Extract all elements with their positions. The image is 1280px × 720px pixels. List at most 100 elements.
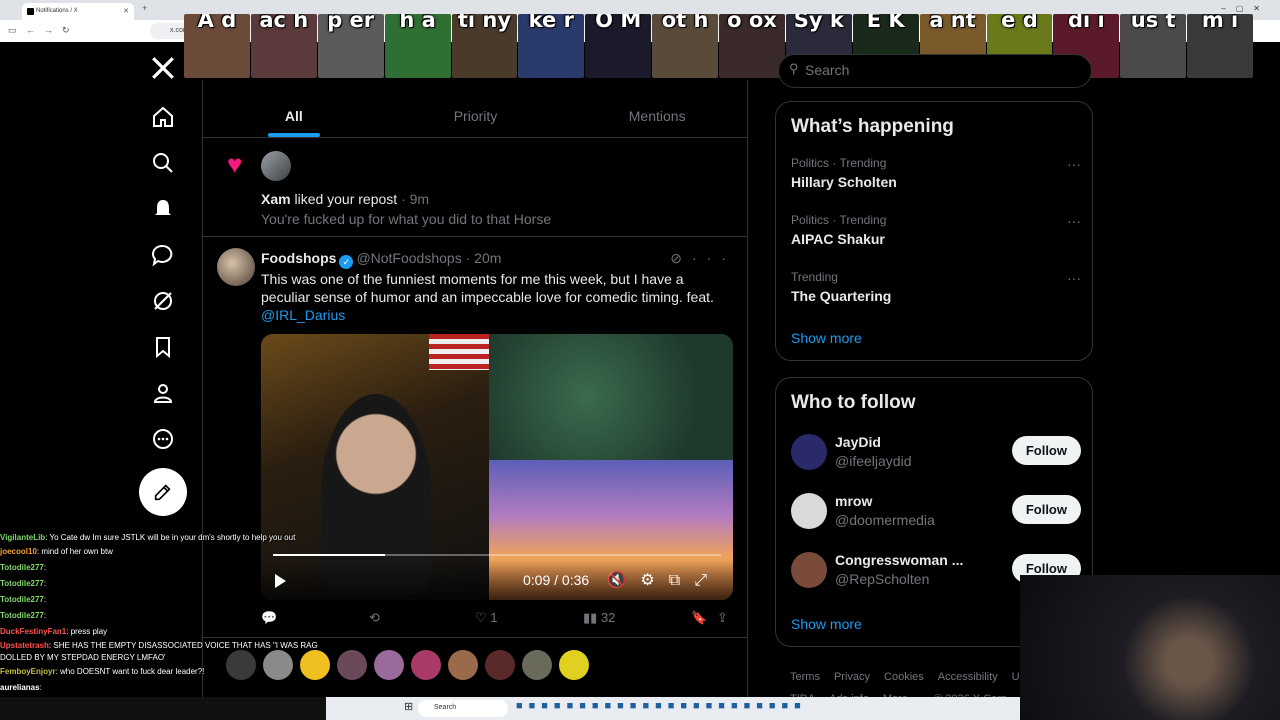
- grok-icon[interactable]: ⊘: [670, 250, 692, 266]
- emote-image: [337, 650, 367, 680]
- footer-link[interactable]: Accessibility: [938, 671, 998, 683]
- more-options-icon[interactable]: ···: [692, 250, 736, 266]
- tab-mentions[interactable]: Mentions: [566, 80, 748, 137]
- avatar[interactable]: [791, 434, 827, 470]
- trend-item[interactable]: Politics · Trending Hillary Scholten ···: [791, 156, 1081, 190]
- trend-item[interactable]: Politics · Trending AIPAC Shakur ···: [791, 213, 1081, 247]
- sidebar-item-grok[interactable]: [140, 280, 186, 322]
- avatar[interactable]: [791, 493, 827, 529]
- more-options-icon[interactable]: ···: [1067, 270, 1081, 286]
- search-input[interactable]: ⚲ Search: [778, 54, 1092, 88]
- avatar[interactable]: [217, 248, 255, 286]
- sidebar-item-explore[interactable]: [140, 142, 186, 184]
- emote-image: [485, 650, 515, 680]
- follow-name[interactable]: JayDid: [835, 434, 881, 450]
- mention-link[interactable]: @IRL_Darius: [261, 306, 731, 324]
- chat-username[interactable]: Upstatetrash: [0, 641, 49, 650]
- chat-message: Totodile277:: [0, 608, 330, 624]
- chat-username[interactable]: VigilanteLib: [0, 533, 45, 542]
- follow-button[interactable]: Follow: [1011, 436, 1081, 465]
- forward-icon[interactable]: →: [44, 25, 53, 35]
- video-player[interactable]: 0:09 / 0:36 🔇⚙⧉⤢: [261, 334, 733, 600]
- more-options-icon[interactable]: ···: [1067, 156, 1081, 172]
- tab-priority[interactable]: Priority: [385, 80, 567, 137]
- emote-image: ti ny: [451, 14, 518, 78]
- windows-start-icon[interactable]: ⊞: [404, 700, 413, 713]
- chat-username[interactable]: aurelianas: [0, 683, 40, 692]
- chat-username[interactable]: Totodile277: [0, 563, 44, 572]
- chat-username[interactable]: Totodile277: [0, 579, 44, 588]
- bookmark-icon[interactable]: 🔖: [691, 610, 707, 626]
- like-button[interactable]: ♡ 1: [475, 610, 498, 626]
- avatar[interactable]: [791, 552, 827, 588]
- trends-show-more-link[interactable]: Show more: [791, 330, 862, 346]
- emote-image: [559, 650, 589, 680]
- active-tab-indicator: [267, 133, 320, 137]
- liker-name[interactable]: Xam: [261, 191, 291, 207]
- taskbar-search[interactable]: Search: [418, 700, 508, 717]
- footer-link[interactable]: Cookies: [884, 671, 924, 683]
- tab-label: Mentions: [628, 108, 686, 124]
- trend-name: Hillary Scholten: [791, 174, 897, 190]
- chat-username[interactable]: FemboyEnjoyr: [0, 667, 56, 676]
- notification-tabs: All Priority Mentions: [203, 80, 748, 138]
- follow-handle: @RepScholten: [835, 571, 930, 587]
- emote-image: o ox: [719, 14, 785, 78]
- footer-link[interactable]: Privacy: [834, 671, 870, 683]
- avatar[interactable]: [261, 151, 291, 181]
- reload-icon[interactable]: ↻: [62, 25, 70, 36]
- sidebar-item-more[interactable]: [140, 418, 186, 460]
- post-author-name[interactable]: Foodshops: [261, 250, 336, 266]
- emote-image: [226, 650, 256, 680]
- close-tab-icon[interactable]: ✕: [123, 7, 129, 15]
- sidebar-item-notifications[interactable]: [140, 188, 186, 230]
- panel-title: What’s happening: [791, 116, 954, 137]
- like-text: Xam liked your repost · 9m: [261, 191, 429, 207]
- back-icon[interactable]: ←: [26, 25, 35, 35]
- x-logo-icon[interactable]: [150, 55, 176, 81]
- browser-tab[interactable]: Notifications / X ✕: [22, 3, 134, 20]
- sidebar-item-messages[interactable]: [140, 234, 186, 276]
- follow-suggestion[interactable]: JayDid @ifeeljaydid Follow: [791, 434, 1081, 474]
- video-game-panel: [489, 334, 733, 460]
- repost-icon[interactable]: ⟲: [369, 610, 380, 626]
- footer-link[interactable]: Terms: [790, 671, 820, 683]
- chat-text: :: [43, 563, 47, 572]
- follow-name[interactable]: Congresswoman ...: [835, 552, 963, 568]
- sidebar-item-home[interactable]: [140, 96, 186, 138]
- follow-suggestion[interactable]: mrow @doomermedia Follow: [791, 493, 1081, 533]
- share-icon[interactable]: ⇪: [717, 610, 728, 626]
- chat-text: :: [43, 595, 47, 604]
- sidebar-item-profile[interactable]: [140, 372, 186, 414]
- pip-icon[interactable]: ⧉: [669, 572, 694, 589]
- post-handle[interactable]: @NotFoodshops: [356, 250, 461, 266]
- emote-caption: a nt: [929, 14, 976, 32]
- emote-overlay: A d ac h p er h a ti ny ke r O M ot h o ox Sy k E …: [184, 0, 1254, 80]
- search-icon: ⚲: [789, 61, 799, 76]
- more-options-icon[interactable]: ···: [1067, 213, 1081, 229]
- follow-show-more-link[interactable]: Show more: [791, 616, 862, 632]
- chat-text: :: [43, 611, 47, 620]
- compose-post-button[interactable]: [139, 468, 187, 516]
- post-time[interactable]: · 20m: [466, 250, 502, 266]
- chat-username[interactable]: DuckFestinyFan1: [0, 627, 66, 636]
- tab-all[interactable]: All: [203, 80, 385, 137]
- like-notification[interactable]: ♥ Xam liked your repost · 9m You're fuck…: [203, 139, 748, 237]
- settings-icon[interactable]: ⚙: [640, 572, 668, 589]
- mute-icon[interactable]: 🔇: [606, 572, 640, 589]
- chat-username[interactable]: Totodile277: [0, 595, 44, 604]
- messages-icon: [152, 244, 173, 267]
- fullscreen-icon[interactable]: ⤢: [694, 572, 721, 589]
- follow-button[interactable]: Follow: [1011, 495, 1081, 524]
- taskbar-app-icons[interactable]: ■■■■■■■■■■■■■■■■■■■■■■■: [516, 700, 807, 712]
- sidebar-toggle-icon[interactable]: ▭: [8, 25, 17, 36]
- views-button[interactable]: ▮▮ 32: [583, 610, 615, 626]
- chat-username[interactable]: Totodile277: [0, 611, 44, 620]
- emote-image: [522, 650, 552, 680]
- sidebar-item-bookmarks[interactable]: [140, 326, 186, 368]
- follow-name[interactable]: mrow: [835, 493, 872, 509]
- video-progress-bar[interactable]: [273, 554, 721, 556]
- new-tab-icon[interactable]: +: [142, 3, 147, 13]
- trend-item[interactable]: Trending The Quartering ···: [791, 270, 1081, 304]
- chat-username[interactable]: joecool10: [0, 547, 37, 556]
